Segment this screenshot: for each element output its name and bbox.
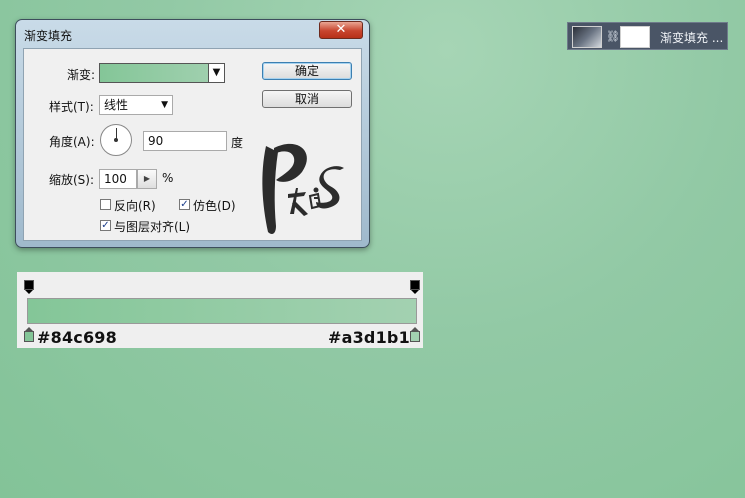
gradient-fill-dialog: 渐变填充 ✕ 渐变: ▼ 样式(T): 线性 ▼ 角度(A): 90 度 缩放(… — [15, 19, 370, 248]
angle-label: 角度(A): — [49, 135, 95, 149]
dither-label: 仿色(D) — [193, 199, 236, 213]
ps-brush-logo — [262, 143, 344, 234]
reverse-label: 反向(R) — [114, 199, 156, 213]
dither-checkbox[interactable]: ✓ — [179, 199, 190, 210]
left-color-hex: #84c698 — [37, 328, 117, 347]
layer-mask-thumbnail[interactable] — [620, 26, 650, 48]
gradient-preview-bar[interactable] — [27, 298, 417, 324]
angle-dial[interactable] — [100, 124, 132, 156]
close-button[interactable]: ✕ — [319, 21, 363, 39]
checkmark-icon: ✓ — [101, 220, 110, 231]
caret-down-icon: ▼ — [161, 100, 168, 110]
align-with-layer-label: 与图层对齐(L) — [114, 220, 191, 234]
layer-name: 渐变填充 ... — [660, 31, 724, 45]
layer-chip[interactable]: ⛓ 渐变填充 ... — [567, 22, 728, 50]
checkmark-icon: ✓ — [180, 199, 189, 210]
gradient-layer-thumbnail[interactable] — [572, 26, 602, 48]
right-color-hex: #a3d1b1 — [328, 328, 410, 347]
close-icon: ✕ — [335, 22, 347, 37]
style-label: 样式(T): — [49, 100, 94, 114]
scale-label: 缩放(S): — [49, 173, 95, 187]
gradient-label: 渐变: — [67, 68, 96, 82]
scale-unit: % — [162, 171, 174, 185]
ok-button-label: 确定 — [294, 64, 319, 78]
gradient-editor-strip: #84c698 #a3d1b1 — [17, 272, 423, 348]
dialog-body: 渐变: ▼ 样式(T): 线性 ▼ 角度(A): 90 度 缩放(S): 100… — [23, 48, 362, 241]
caret-down-icon: ▼ — [212, 67, 221, 78]
color-stop-right[interactable] — [410, 327, 420, 342]
caret-right-icon: ▶ — [143, 174, 151, 183]
angle-unit: 度 — [231, 136, 244, 150]
scale-value: 100 — [104, 172, 127, 186]
color-stop-left[interactable] — [24, 327, 34, 342]
reverse-checkbox[interactable] — [100, 199, 111, 210]
link-icon: ⛓ — [606, 30, 620, 43]
cancel-button-label: 取消 — [294, 92, 319, 106]
scale-input[interactable]: 100 — [99, 169, 137, 189]
gradient-swatch[interactable] — [99, 63, 225, 83]
angle-value: 90 — [148, 134, 164, 148]
angle-hub — [114, 138, 118, 142]
angle-input[interactable]: 90 — [143, 131, 227, 151]
gradient-dropdown-arrow[interactable]: ▼ — [208, 64, 224, 82]
scale-slider-toggle[interactable]: ▶ — [137, 169, 157, 189]
cancel-button[interactable]: 取消 — [262, 90, 352, 108]
dialog-title: 渐变填充 — [24, 29, 73, 43]
align-with-layer-checkbox[interactable]: ✓ — [100, 220, 111, 231]
style-value: 线性 — [104, 98, 129, 112]
opacity-stop-left[interactable] — [24, 280, 34, 294]
style-select[interactable]: 线性 ▼ — [99, 95, 173, 115]
ok-button[interactable]: 确定 — [262, 62, 352, 80]
opacity-stop-right[interactable] — [410, 280, 420, 294]
